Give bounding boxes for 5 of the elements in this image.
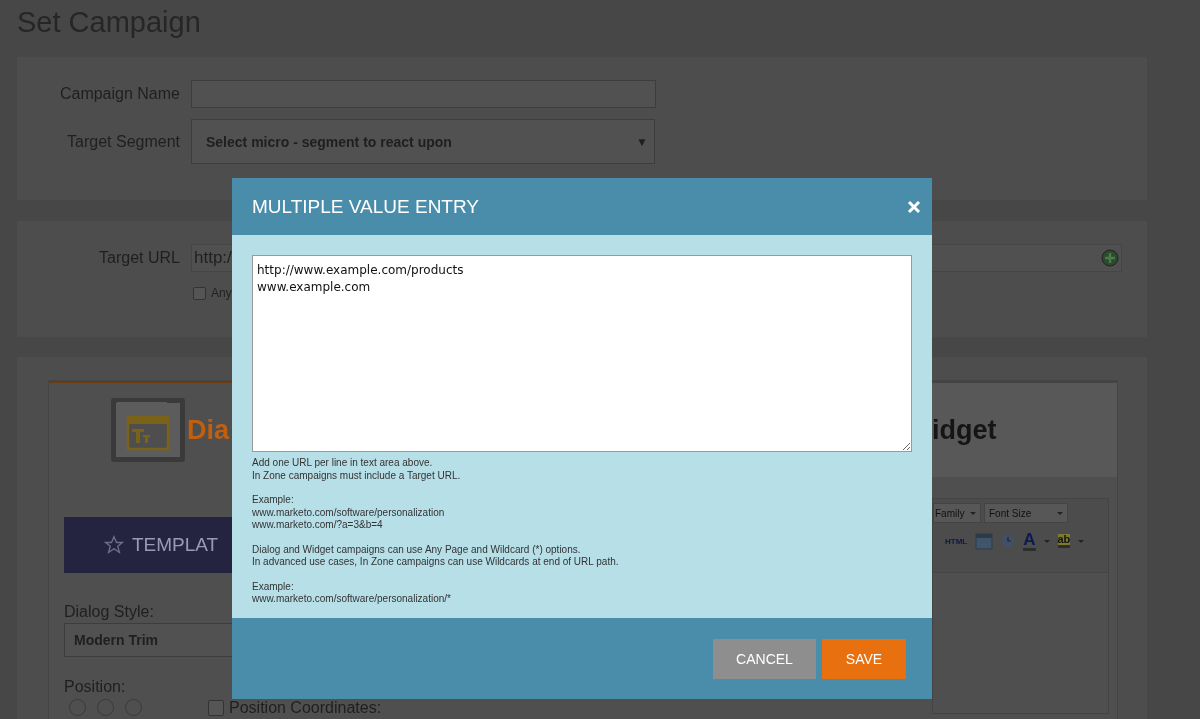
help-text: Example: www.marketo.com/software/personalization www.marketo.com/?a=3&b=4 [252,494,446,532]
help-text: Example: www.marketo.com/software/personalization/* [252,580,452,606]
help-text: Dialog and Widget campaigns can use Any Page and Wildcard (*) options. In advanced use cases, In Zone campaigns can use Wildcards at end of URL path. [252,543,620,569]
modal-title: MULTIPLE VALUE ENTRY [252,195,479,218]
help-text: Add one URL per line in text area above. In Zone campaigns must include a Target URL. [252,457,462,482]
